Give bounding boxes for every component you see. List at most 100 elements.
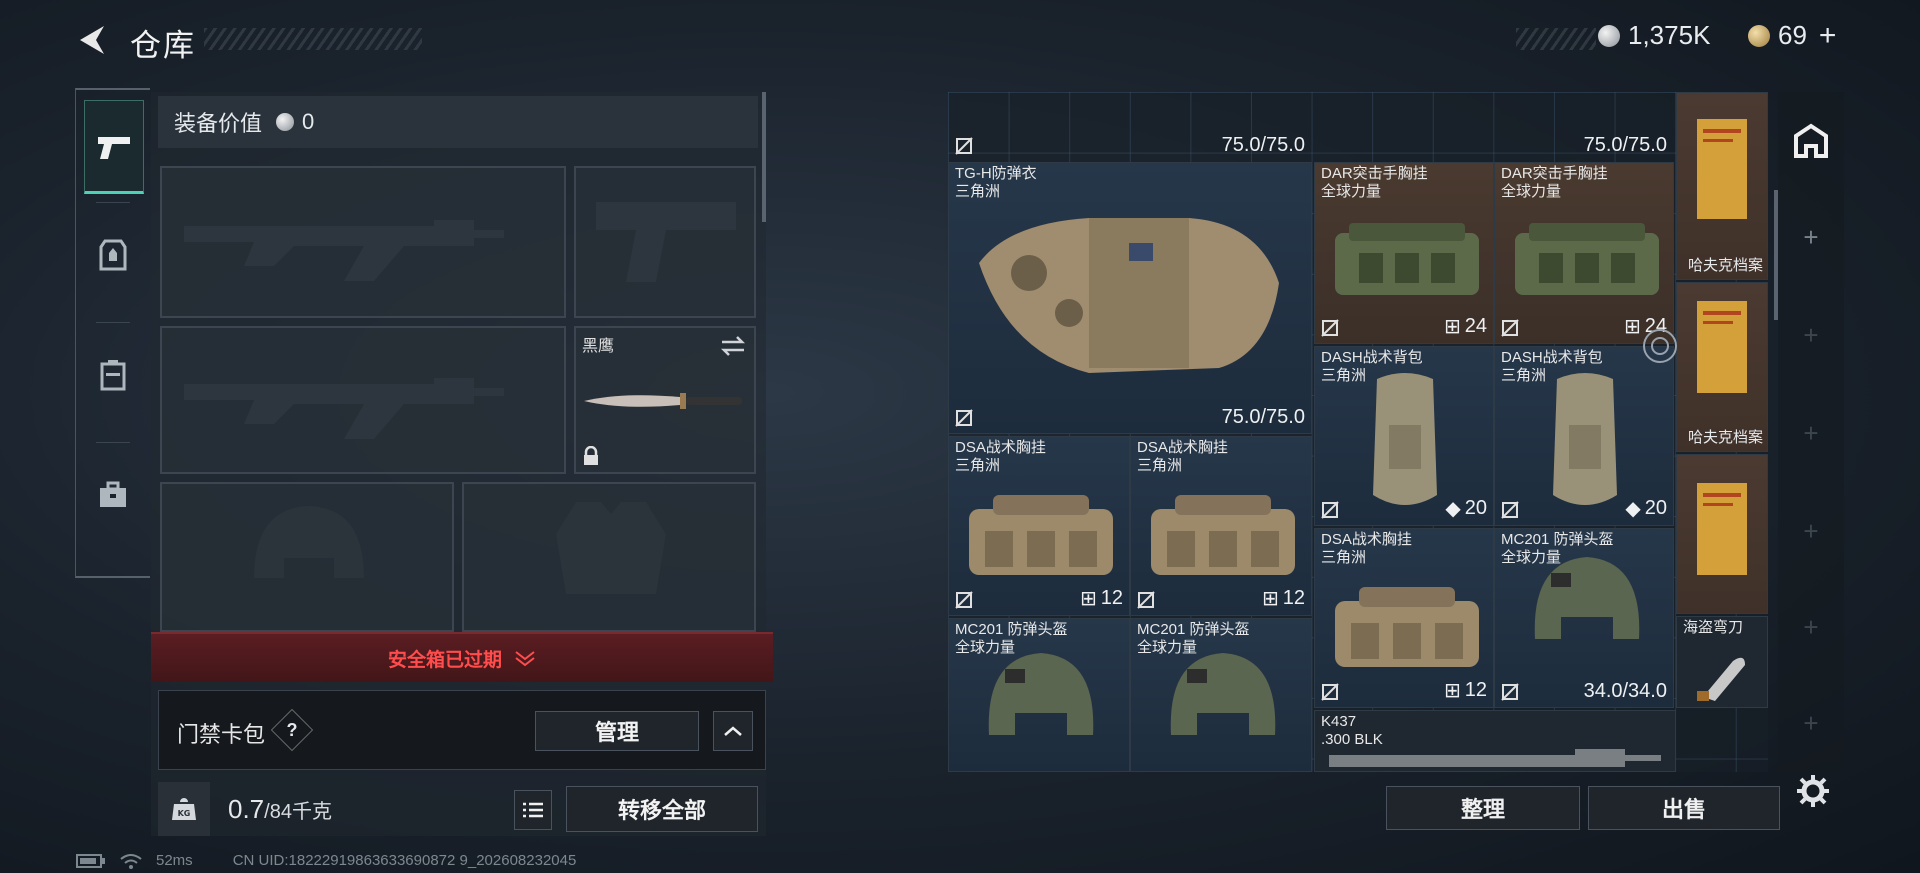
chevron-down-icon — [515, 651, 535, 666]
inventory-item-document[interactable]: 哈夫克档案 — [1676, 92, 1768, 280]
helmet-slot[interactable] — [160, 482, 454, 632]
inventory-item-helmet[interactable]: MC201 防弹头盔 全球力量 34.0/34.0 — [1494, 528, 1674, 708]
item-name: 哈夫克档案 — [1687, 257, 1763, 274]
add-storage-button[interactable]: + — [1778, 708, 1844, 739]
equipment-value-label: 装备价值 — [174, 111, 263, 136]
inventory-item-partial[interactable]: 75.0/75.0 — [1314, 92, 1674, 162]
item-name: 海盗弯刀 — [1683, 619, 1744, 636]
inventory-item-machete[interactable]: 海盗弯刀 — [1676, 616, 1768, 708]
ping: 52ms — [156, 852, 193, 869]
tab-armor[interactable] — [84, 210, 142, 300]
melee-slot[interactable]: 黑鹰 — [574, 326, 756, 474]
inventory-item-armor[interactable]: TG-H防弹衣 三角洲 75.0/75.0 — [948, 162, 1312, 434]
tab-backpack[interactable] — [84, 330, 142, 420]
list-view-button[interactable] — [514, 790, 552, 830]
item-capacity: ⊞ 12 — [1261, 587, 1305, 610]
inventory-item-partial[interactable]: 75.0/75.0 — [948, 92, 1312, 162]
currency-decoration — [1516, 28, 1596, 50]
sort-button[interactable]: 整理 — [1386, 786, 1580, 830]
item-name: DAR突击手胸挂 — [1321, 165, 1428, 182]
item-name: MC201 防弹头盔 — [1137, 621, 1250, 638]
helmet-icon — [1534, 557, 1640, 639]
grid-icon: ⊞ — [1443, 316, 1461, 338]
inventory-item-chest-rig[interactable]: DSA战术胸挂 三角洲 ⊞ 12 — [1130, 436, 1312, 616]
item-durability: 75.0/75.0 — [1221, 406, 1305, 428]
no-insure-icon — [1501, 501, 1519, 519]
gold-amount: 69 — [1778, 20, 1807, 50]
target-icon[interactable] — [1640, 326, 1680, 366]
folder-icon — [1697, 301, 1747, 393]
backpack-item-icon — [1553, 373, 1617, 505]
silver-amount: 1,375K — [1628, 20, 1711, 50]
add-storage-button[interactable]: + — [1778, 516, 1844, 547]
add-storage-button[interactable]: + — [1778, 320, 1844, 351]
list-icon — [523, 802, 543, 818]
rig-icon — [1151, 495, 1295, 575]
title-decoration — [204, 28, 422, 50]
transfer-all-button[interactable]: 转移全部 — [566, 786, 758, 832]
collapse-button[interactable] — [713, 711, 753, 751]
helmet-icon — [1170, 653, 1276, 735]
rig-icon — [1515, 223, 1659, 295]
grid-icon: ⊞ — [1623, 316, 1641, 338]
inventory-item-chest-rig[interactable]: DAR突击手胸挂 全球力量 ⊞ 24 — [1314, 162, 1494, 344]
no-insure-icon — [955, 137, 973, 155]
secondary-weapon-slot[interactable] — [160, 326, 566, 474]
page-title: 仓库 — [130, 28, 196, 63]
safe-box-expired-alert[interactable]: 安全箱已过期 — [151, 632, 773, 682]
weight-readout: 0.7/84千克 — [228, 794, 332, 825]
bag-icon: ◆ — [1445, 498, 1461, 520]
item-sub: 全球力量 — [1321, 183, 1382, 200]
no-insure-icon — [1501, 319, 1519, 337]
folder-icon — [1697, 119, 1747, 219]
loadout-scrollbar[interactable] — [762, 92, 766, 222]
tab-case[interactable] — [84, 450, 142, 540]
inventory-item-backpack[interactable]: DASH战术背包 三角洲 ◆ 20 — [1494, 346, 1674, 526]
back-arrow-icon[interactable] — [74, 22, 108, 58]
swap-icon[interactable] — [720, 336, 746, 356]
item-name: DASH战术背包 — [1501, 349, 1603, 366]
inventory-item-helmet[interactable]: MC201 防弹头盔 全球力量 — [948, 618, 1130, 772]
item-name: DSA战术胸挂 — [1137, 439, 1228, 456]
rifle-silhouette-icon — [184, 220, 504, 281]
inventory-item-chest-rig[interactable]: DSA战术胸挂 三角洲 ⊞ 12 — [948, 436, 1130, 616]
silver-coin-icon — [1598, 24, 1620, 47]
inventory-item-rifle[interactable]: K437.300 BLK — [1314, 710, 1676, 772]
tab-weapons[interactable] — [84, 100, 144, 194]
rifle-silhouette-icon — [184, 378, 504, 439]
item-name: DASH战术背包 — [1321, 349, 1423, 366]
armor-slot[interactable] — [462, 482, 756, 632]
inventory-item-chest-rig[interactable]: DSA战术胸挂 三角洲 ⊞ 12 — [1314, 528, 1494, 708]
machete-icon — [1697, 657, 1745, 701]
item-sub: 三角洲 — [955, 183, 1001, 200]
silver-currency: 1,375K — [1598, 20, 1710, 51]
inventory-item-document[interactable] — [1676, 454, 1768, 614]
inventory-item-helmet[interactable]: MC201 防弹头盔 全球力量 — [1130, 618, 1312, 772]
equipment-value: 0 — [302, 109, 315, 134]
help-button[interactable]: ? — [270, 708, 314, 752]
manage-button[interactable]: 管理 — [535, 711, 699, 751]
item-name: DAR突击手胸挂 — [1501, 165, 1608, 182]
add-storage-button[interactable]: + — [1778, 222, 1844, 253]
wifi-icon — [120, 853, 142, 869]
inventory-item-chest-rig[interactable]: DAR突击手胸挂 全球力量 ⊞ 24 — [1494, 162, 1674, 344]
warehouse-icon[interactable] — [1792, 122, 1830, 160]
inventory-item-backpack[interactable]: DASH战术背包 三角洲 ◆ 20 — [1314, 346, 1494, 526]
add-storage-button[interactable]: + — [1778, 418, 1844, 449]
bag-icon: ◆ — [1625, 498, 1641, 520]
inventory-item-document[interactable]: 哈夫克档案 — [1676, 282, 1768, 452]
add-currency-button[interactable]: + — [1819, 20, 1837, 50]
helmet-silhouette-icon — [254, 506, 364, 578]
item-sub: 三角洲 — [1321, 549, 1367, 566]
primary-weapon-slot[interactable] — [160, 166, 566, 318]
item-sub: 三角洲 — [1137, 457, 1183, 474]
sell-button[interactable]: 出售 — [1588, 786, 1780, 830]
no-insure-icon — [955, 409, 973, 427]
no-insure-icon — [1137, 591, 1155, 609]
settings-gear-icon[interactable] — [1796, 774, 1830, 808]
pistol-slot[interactable] — [574, 166, 756, 318]
add-storage-button[interactable]: + — [1778, 612, 1844, 643]
silver-coin-icon — [276, 113, 295, 131]
item-capacity: ⊞ 24 — [1443, 315, 1487, 338]
briefcase-icon — [100, 481, 126, 507]
